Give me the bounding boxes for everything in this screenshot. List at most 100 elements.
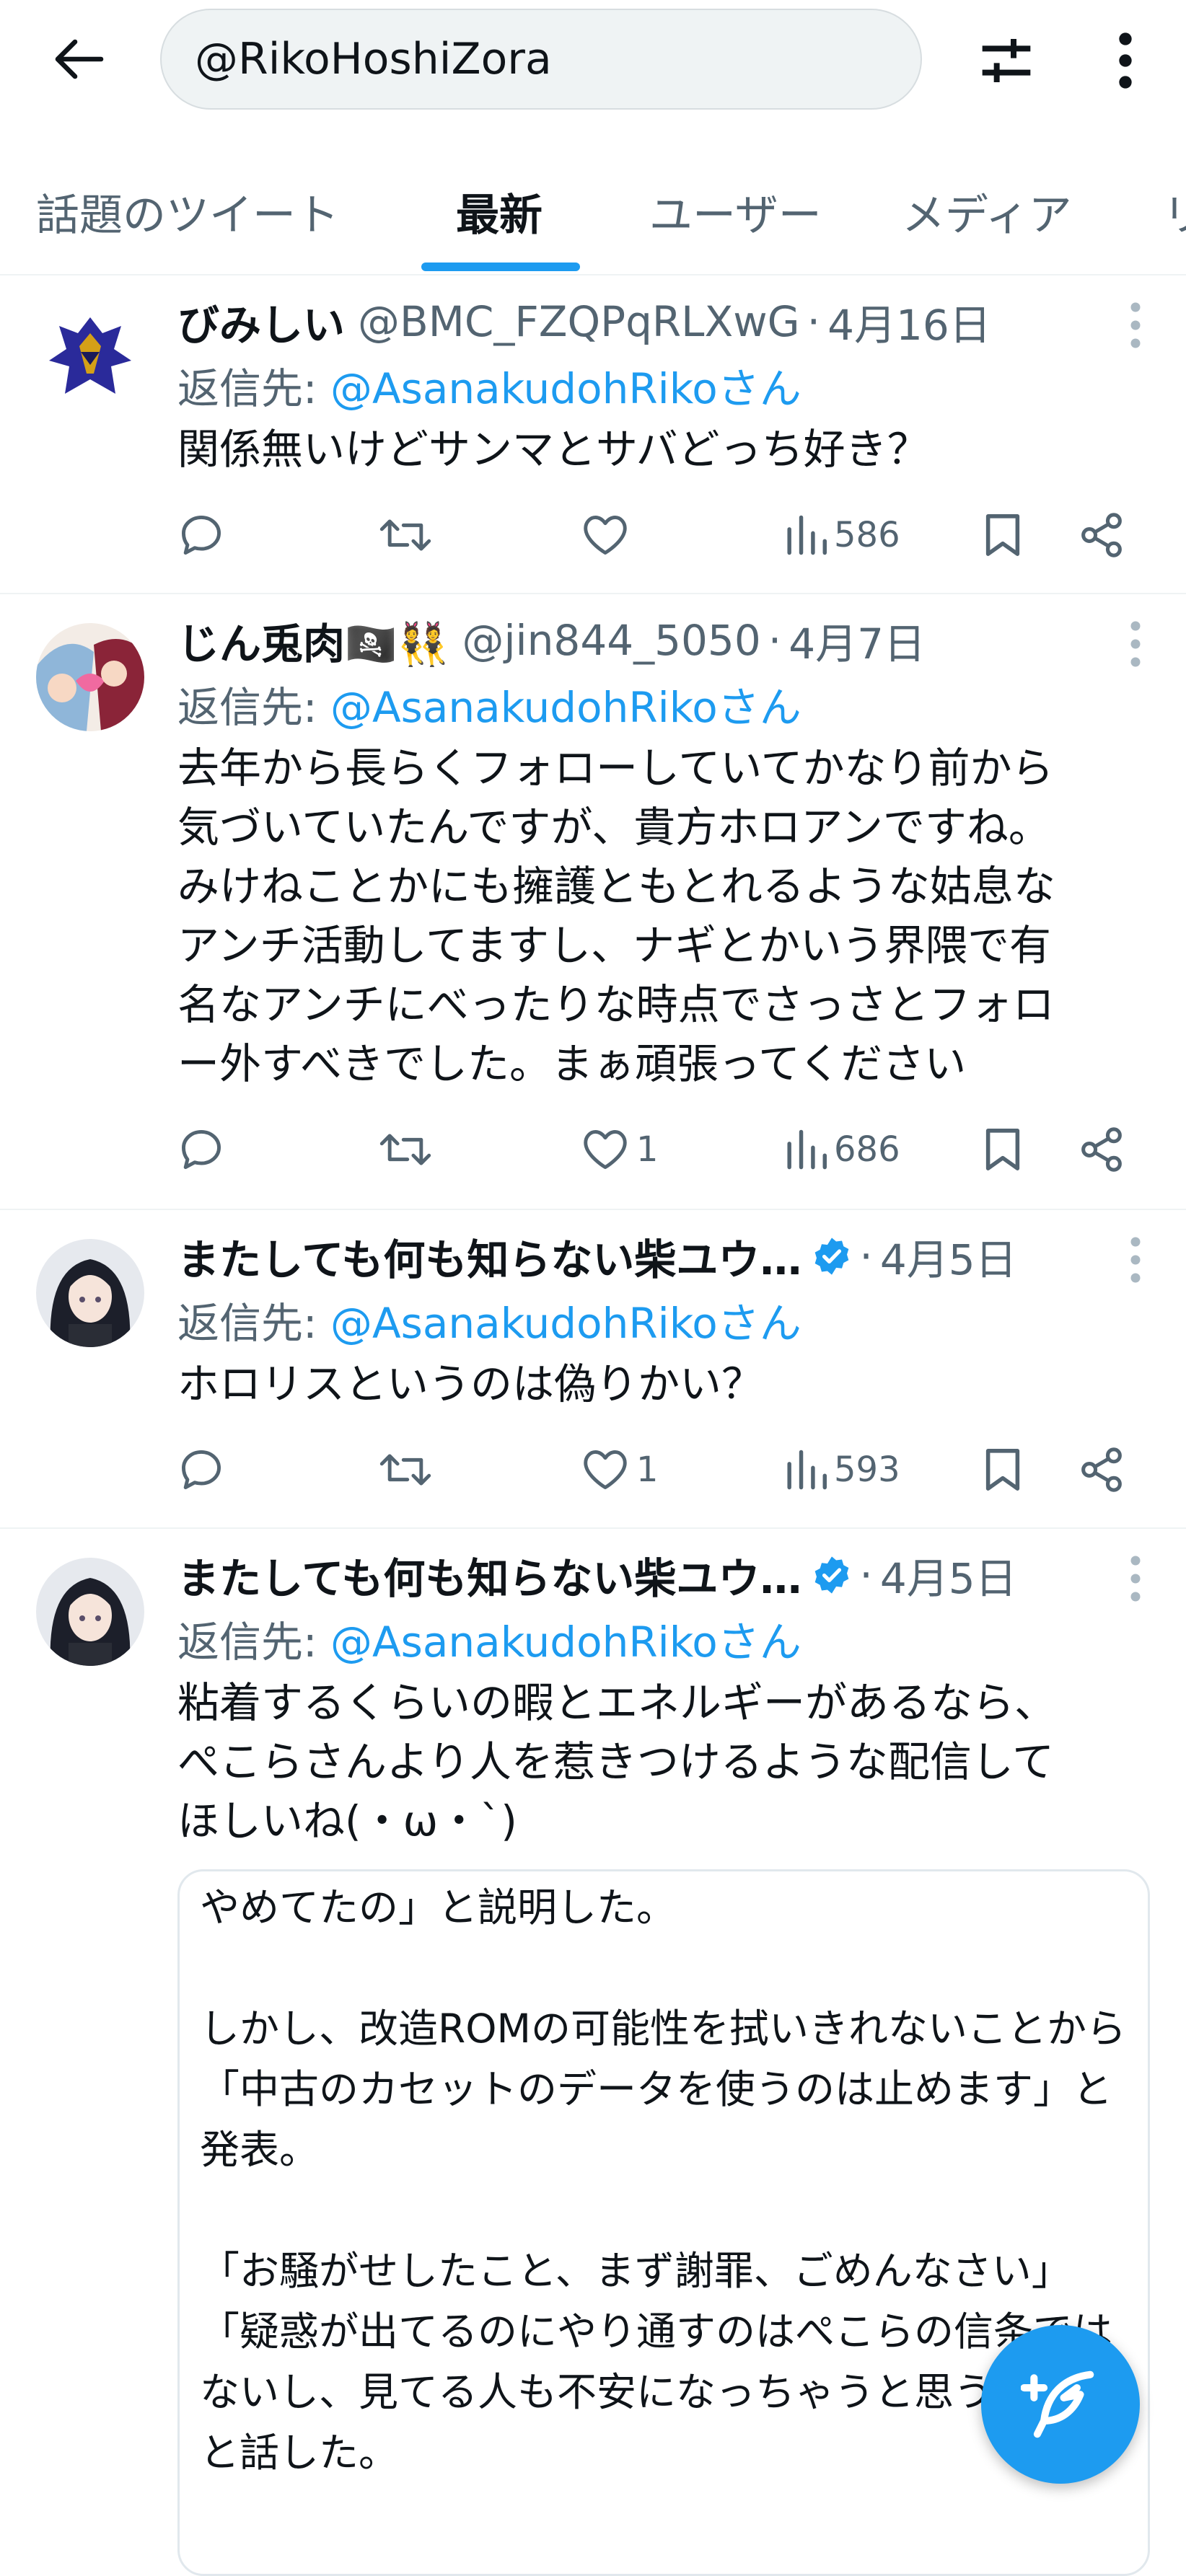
share-icon	[1081, 513, 1122, 557]
verified-badge-icon	[815, 1238, 849, 1275]
reply-mention[interactable]: @AsanakudohRikoさん	[330, 1299, 801, 1348]
reply-button[interactable]	[177, 1434, 225, 1506]
more-options-button[interactable]	[1089, 26, 1161, 95]
share-icon	[1081, 1127, 1122, 1172]
tweet-actions: 1 593	[177, 1434, 1144, 1506]
share-button[interactable]	[1079, 1434, 1124, 1506]
reply-context: 返信先: @AsanakudohRikoさん	[177, 1608, 801, 1669]
verified-badge-icon	[815, 1556, 849, 1594]
separator: ·	[807, 297, 821, 346]
heart-icon	[584, 1450, 627, 1489]
reply-context: 返信先: @AsanakudohRikoさん	[177, 1289, 801, 1350]
views-bar-icon	[787, 1450, 827, 1490]
bookmark-button[interactable]	[983, 1113, 1023, 1186]
heart-icon	[584, 1130, 627, 1169]
tab-people[interactable]: ユーザー	[649, 180, 822, 243]
search-tabs: 話題のツイート 最新 ユーザー メディア リ	[0, 144, 1186, 275]
tweet-header: またしても何も知らない柴ユウ… · 4月5日	[177, 1227, 1115, 1285]
tweet-date[interactable]: 4月16日	[827, 291, 991, 352]
separator: ·	[859, 1551, 873, 1600]
view-count: 586	[834, 515, 900, 555]
reply-context: 返信先: @AsanakudohRikoさん	[177, 674, 801, 734]
arrow-left-icon	[55, 39, 104, 79]
reply-button[interactable]	[177, 499, 225, 571]
bookmark-icon	[985, 514, 1020, 556]
reply-label: 返信先:	[177, 1618, 330, 1667]
reply-mention[interactable]: @AsanakudohRikoさん	[330, 1618, 801, 1667]
search-filter-button[interactable]	[967, 26, 1046, 95]
tweet-header: じん兎肉🏴‍☠️👯 @jin844_5050 · 4月7日	[177, 612, 1115, 669]
back-button[interactable]	[43, 29, 115, 89]
top-bar: @RikoHoshiZora	[0, 0, 1186, 123]
user-handle[interactable]: @BMC_FZQPqRLXwG	[358, 297, 800, 346]
tab-lists[interactable]: リ	[1163, 180, 1186, 243]
reply-mention[interactable]: @AsanakudohRikoさん	[330, 364, 801, 413]
like-count: 1	[636, 1129, 659, 1170]
view-count: 593	[834, 1450, 900, 1490]
display-name[interactable]: じん兎肉🏴‍☠️👯	[177, 610, 449, 671]
retweet-button[interactable]	[379, 1434, 431, 1506]
tweet-actions: 586	[177, 499, 1144, 571]
tweet-date[interactable]: 4月5日	[880, 1226, 1017, 1287]
retweet-button[interactable]	[379, 1113, 431, 1186]
quoted-media-card[interactable]: やめてたの」と説明した。 しかし、改造ROMの可能性を拭いきれないことから 「中…	[177, 1869, 1150, 2576]
like-button[interactable]: 1	[581, 1113, 659, 1186]
tweet-more-icon[interactable]	[1121, 300, 1150, 350]
display-name[interactable]: びみしい	[177, 291, 345, 352]
user-handle[interactable]: @jin844_5050	[462, 616, 760, 665]
bookmark-button[interactable]	[983, 1434, 1023, 1506]
avatar[interactable]	[36, 1239, 144, 1347]
avatar[interactable]	[36, 304, 144, 413]
share-icon	[1081, 1447, 1122, 1492]
retweet-icon	[379, 1454, 431, 1486]
reply-icon	[182, 1130, 221, 1169]
tweet-text: 関係無いけどサンマとサバどっち好き？	[177, 425, 929, 474]
compose-tweet-button[interactable]	[981, 2325, 1140, 2484]
views-button[interactable]: 686	[783, 1113, 900, 1186]
like-button[interactable]: 1	[581, 1434, 659, 1506]
heart-icon	[584, 516, 627, 555]
tweet[interactable]: じん兎肉🏴‍☠️👯 @jin844_5050 · 4月7日 返信先: @Asan…	[0, 594, 1186, 1210]
tweet-date[interactable]: 4月7日	[789, 610, 926, 671]
tweet-date[interactable]: 4月5日	[880, 1545, 1017, 1605]
tab-media[interactable]: メディア	[902, 180, 1072, 243]
tweet-actions: 1 686	[177, 1113, 1144, 1186]
views-button[interactable]: 593	[783, 1434, 900, 1506]
retweet-button[interactable]	[379, 499, 431, 571]
tab-top[interactable]: 話題のツイート	[36, 180, 339, 243]
retweet-icon	[379, 519, 431, 551]
tab-latest[interactable]: 最新	[456, 180, 543, 243]
tweet-more-icon[interactable]	[1121, 1235, 1150, 1285]
search-input[interactable]: @RikoHoshiZora	[160, 9, 922, 110]
views-button[interactable]: 586	[783, 499, 900, 571]
avatar[interactable]	[36, 1558, 144, 1666]
reply-label: 返信先:	[177, 683, 330, 732]
display-name[interactable]: またしても何も知らない柴ユウ…	[177, 1545, 801, 1605]
tweet[interactable]: またしても何も知らない柴ユウ… · 4月5日 返信先: @AsanakudohR…	[0, 1210, 1186, 1529]
avatar[interactable]	[36, 623, 144, 731]
reply-icon	[182, 516, 221, 555]
reply-button[interactable]	[177, 1113, 225, 1186]
separator: ·	[768, 616, 782, 665]
reply-context: 返信先: @AsanakudohRikoさん	[177, 355, 801, 415]
reply-label: 返信先:	[177, 364, 330, 413]
like-button[interactable]	[581, 499, 636, 571]
share-button[interactable]	[1079, 1113, 1124, 1186]
display-name[interactable]: またしても何も知らない柴ユウ…	[177, 1226, 801, 1287]
views-bar-icon	[787, 515, 827, 555]
tweet-text: ホロリスというのは偽りかい？	[177, 1359, 764, 1408]
compose-feather-icon	[1021, 2370, 1094, 2438]
like-count: 1	[636, 1450, 659, 1490]
views-bar-icon	[787, 1129, 827, 1170]
bookmark-icon	[985, 1129, 1020, 1170]
tweet[interactable]: びみしい @BMC_FZQPqRLXwG · 4月16日 返信先: @Asana…	[0, 275, 1186, 594]
reply-mention[interactable]: @AsanakudohRikoさん	[330, 683, 801, 732]
tweet-more-icon[interactable]	[1121, 619, 1150, 669]
share-button[interactable]	[1079, 499, 1124, 571]
sliders-icon	[982, 39, 1031, 82]
retweet-icon	[379, 1134, 431, 1165]
tweet-header: またしても何も知らない柴ユウ… · 4月5日	[177, 1546, 1115, 1604]
tweet-more-icon[interactable]	[1121, 1553, 1150, 1604]
bookmark-button[interactable]	[983, 499, 1023, 571]
active-tab-indicator	[421, 263, 580, 271]
